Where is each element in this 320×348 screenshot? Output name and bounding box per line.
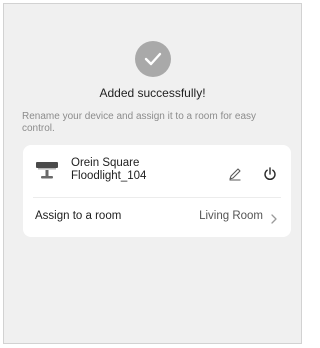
success-check-icon bbox=[134, 41, 171, 77]
room-value: Living Room bbox=[199, 210, 263, 222]
device-name-line2: Floodlight_104 bbox=[71, 170, 147, 182]
power-icon[interactable] bbox=[261, 165, 279, 183]
success-header: Added successfully! bbox=[4, 41, 301, 100]
device-card: Orein Square Floodlight_104 Assign to a … bbox=[23, 145, 291, 237]
rename-pencil-icon[interactable] bbox=[226, 165, 244, 183]
device-name-line1: Orein Square bbox=[71, 157, 140, 169]
assign-room-label: Assign to a room bbox=[35, 210, 122, 222]
floodlight-icon bbox=[35, 160, 59, 182]
dialog-panel: Added successfully! Rename your device a… bbox=[3, 3, 302, 344]
instruction-text: Rename your device and assign it to a ro… bbox=[22, 111, 257, 134]
assign-room-row[interactable]: Assign to a room Living Room bbox=[23, 198, 291, 237]
chevron-right-icon bbox=[269, 212, 279, 224]
device-name: Orein Square Floodlight_104 bbox=[71, 157, 146, 183]
success-title: Added successfully! bbox=[99, 86, 206, 100]
device-row: Orein Square Floodlight_104 bbox=[23, 145, 291, 191]
